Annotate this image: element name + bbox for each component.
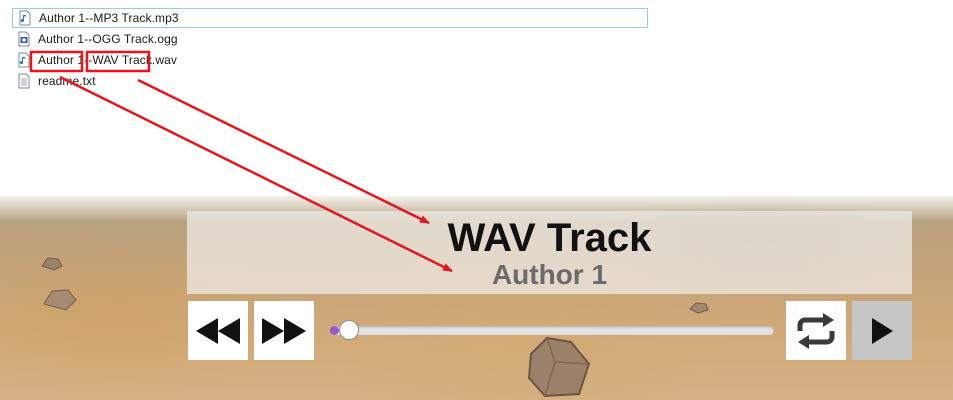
- file-item-readme[interactable]: readme.txt: [12, 71, 648, 91]
- rewind-icon: [196, 317, 240, 344]
- file-name: Author 1--OGG Track.ogg: [38, 32, 178, 46]
- progress-bar[interactable]: [330, 326, 774, 335]
- rewind-button[interactable]: [188, 301, 248, 360]
- audio-file-icon: [18, 52, 30, 68]
- now-playing-panel: WAV Track Author 1: [187, 211, 912, 294]
- file-item-ogg[interactable]: Author 1--OGG Track.ogg: [12, 29, 648, 49]
- progress-handle[interactable]: [339, 320, 359, 340]
- track-author: Author 1: [491, 259, 608, 290]
- repeat-button[interactable]: [786, 301, 846, 360]
- file-item-wav[interactable]: Author 1--WAV Track.wav: [12, 50, 648, 70]
- rock-decoration: [41, 257, 63, 271]
- fast-forward-icon: [262, 317, 306, 344]
- media-file-icon: [18, 31, 30, 47]
- file-item-mp3[interactable]: Author 1--MP3 Track.mp3: [12, 8, 648, 28]
- repeat-icon: [797, 312, 835, 349]
- file-name: Author 1--MP3 Track.mp3: [39, 11, 179, 25]
- progress-fill: [330, 326, 339, 335]
- file-explorer: Author 1--MP3 Track.mp3 Author 1--OGG Tr…: [0, 0, 953, 196]
- play-button[interactable]: [852, 301, 912, 360]
- play-icon: [872, 317, 893, 344]
- file-name: Author 1--WAV Track.wav: [38, 53, 177, 67]
- rock-decoration: [527, 336, 591, 398]
- rock-decoration: [43, 289, 77, 311]
- fast-forward-button[interactable]: [254, 301, 314, 360]
- file-name: readme.txt: [38, 74, 96, 88]
- track-title: WAV Track: [447, 216, 652, 260]
- text-file-icon: [18, 73, 30, 89]
- rock-decoration: [689, 302, 709, 314]
- audio-file-icon: [19, 10, 31, 26]
